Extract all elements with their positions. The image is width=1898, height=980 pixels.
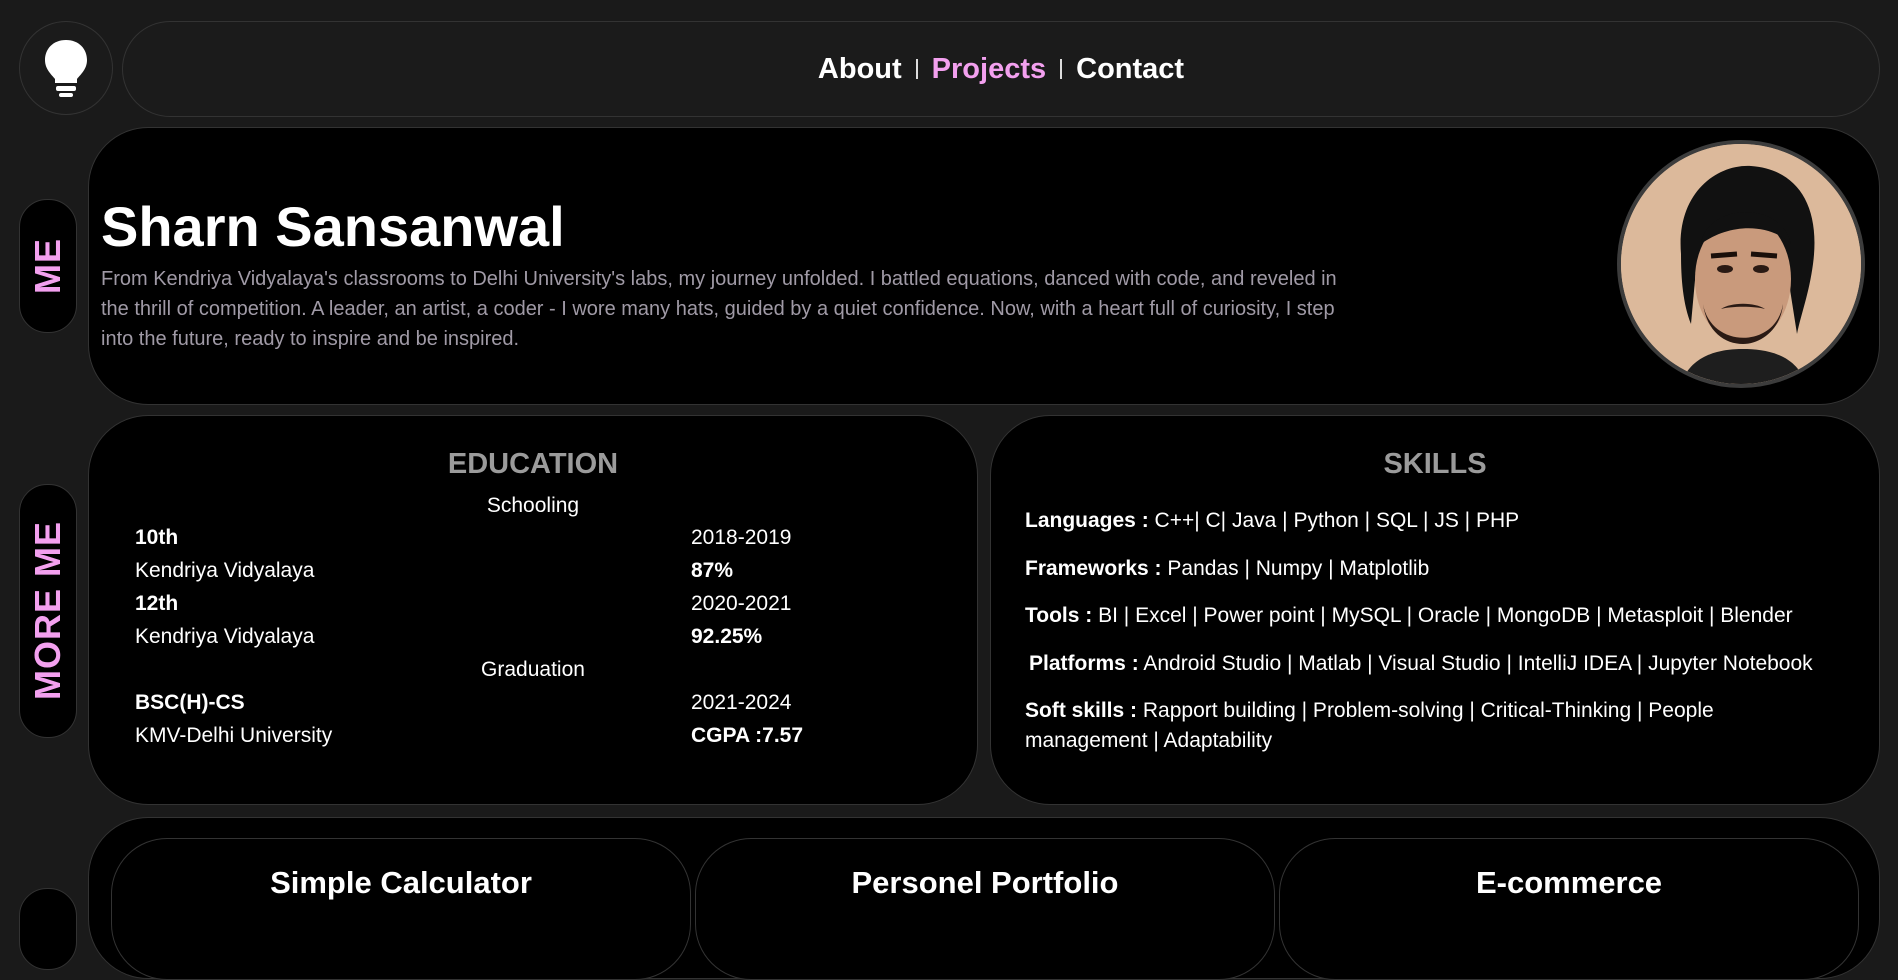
- education-title: EDUCATION: [447, 448, 619, 480]
- project-card[interactable]: Simple Calculator: [111, 838, 691, 980]
- project-title: E-commerce: [1475, 865, 1663, 900]
- hero-card: Sharn Sansanwal From Kendriya Vidyalaya'…: [88, 127, 1880, 405]
- side-label-more-me: MORE ME: [19, 484, 77, 738]
- edu-level: 10th: [135, 526, 179, 549]
- skill-row: Frameworks : Pandas | Numpy | Matplotlib: [1025, 554, 1849, 584]
- profile-bio: From Kendriya Vidyalaya's classrooms to …: [101, 268, 1337, 350]
- edu-level: BSC(H)-CS: [135, 691, 245, 714]
- skill-row: Soft skills : Rapport building | Problem…: [1025, 696, 1805, 756]
- skills-card: SKILLS Languages : C++| C| Java | Python…: [990, 415, 1880, 805]
- edu-score: CGPA :7.57: [691, 724, 804, 747]
- skill-value: Pandas | Numpy | Matplotlib: [1167, 557, 1430, 580]
- edu-years: 2021-2024: [691, 691, 792, 714]
- top-nav: About Projects Contact: [122, 21, 1880, 117]
- side-label-me-text: ME: [27, 238, 68, 294]
- skill-label: Platforms :: [1029, 652, 1139, 675]
- skill-value: BI | Excel | Power point | MySQL | Oracl…: [1098, 604, 1793, 627]
- skills-title: SKILLS: [1383, 448, 1487, 480]
- edu-institution: KMV-Delhi University: [135, 724, 333, 747]
- skill-value: C++| C| Java | Python | SQL | JS | PHP: [1154, 509, 1520, 532]
- projects-card: Simple Calculator Personel Portfolio E-c…: [88, 817, 1880, 980]
- project-card[interactable]: E-commerce: [1279, 838, 1859, 980]
- graduation-label: Graduation: [481, 658, 585, 681]
- side-label-projects: [19, 888, 77, 970]
- edu-years: 2020-2021: [691, 592, 792, 615]
- project-title: Personel Portfolio: [851, 865, 1119, 900]
- nav-about[interactable]: About: [804, 53, 916, 86]
- nav-contact[interactable]: Contact: [1062, 53, 1198, 86]
- skill-label: Tools :: [1025, 604, 1093, 627]
- skill-label: Frameworks :: [1025, 557, 1162, 580]
- side-label-more-me-text: MORE ME: [27, 521, 68, 701]
- avatar-portrait: [1621, 144, 1861, 384]
- logo[interactable]: [19, 21, 113, 115]
- project-card[interactable]: Personel Portfolio: [695, 838, 1275, 980]
- edu-institution: Kendriya Vidyalaya: [135, 625, 315, 648]
- edu-level: 12th: [135, 592, 179, 615]
- edu-institution: Kendriya Vidyalaya: [135, 559, 315, 582]
- edu-score: 92.25%: [691, 625, 763, 648]
- education-card: EDUCATION Schooling 10th 2018-2019 Kendr…: [88, 415, 978, 805]
- skill-label: Soft skills :: [1025, 699, 1138, 722]
- skill-value: Android Studio | Matlab | Visual Studio …: [1143, 652, 1813, 675]
- profile-name: Sharn Sansanwal: [101, 195, 565, 258]
- skill-row: Tools : BI | Excel | Power point | MySQL…: [1025, 601, 1849, 631]
- schooling-label: Schooling: [486, 494, 580, 517]
- project-title: Simple Calculator: [270, 865, 532, 900]
- skill-row: Languages : C++| C| Java | Python | SQL …: [1025, 506, 1849, 536]
- side-label-me: ME: [19, 199, 77, 333]
- avatar: [1617, 140, 1865, 388]
- nav-projects[interactable]: Projects: [918, 53, 1060, 86]
- edu-years: 2018-2019: [691, 526, 792, 549]
- edu-score: 87%: [691, 559, 734, 582]
- skill-row: Platforms : Android Studio | Matlab | Vi…: [1029, 649, 1849, 679]
- skill-label: Languages :: [1025, 509, 1149, 532]
- lightbulb-icon: [45, 40, 87, 97]
